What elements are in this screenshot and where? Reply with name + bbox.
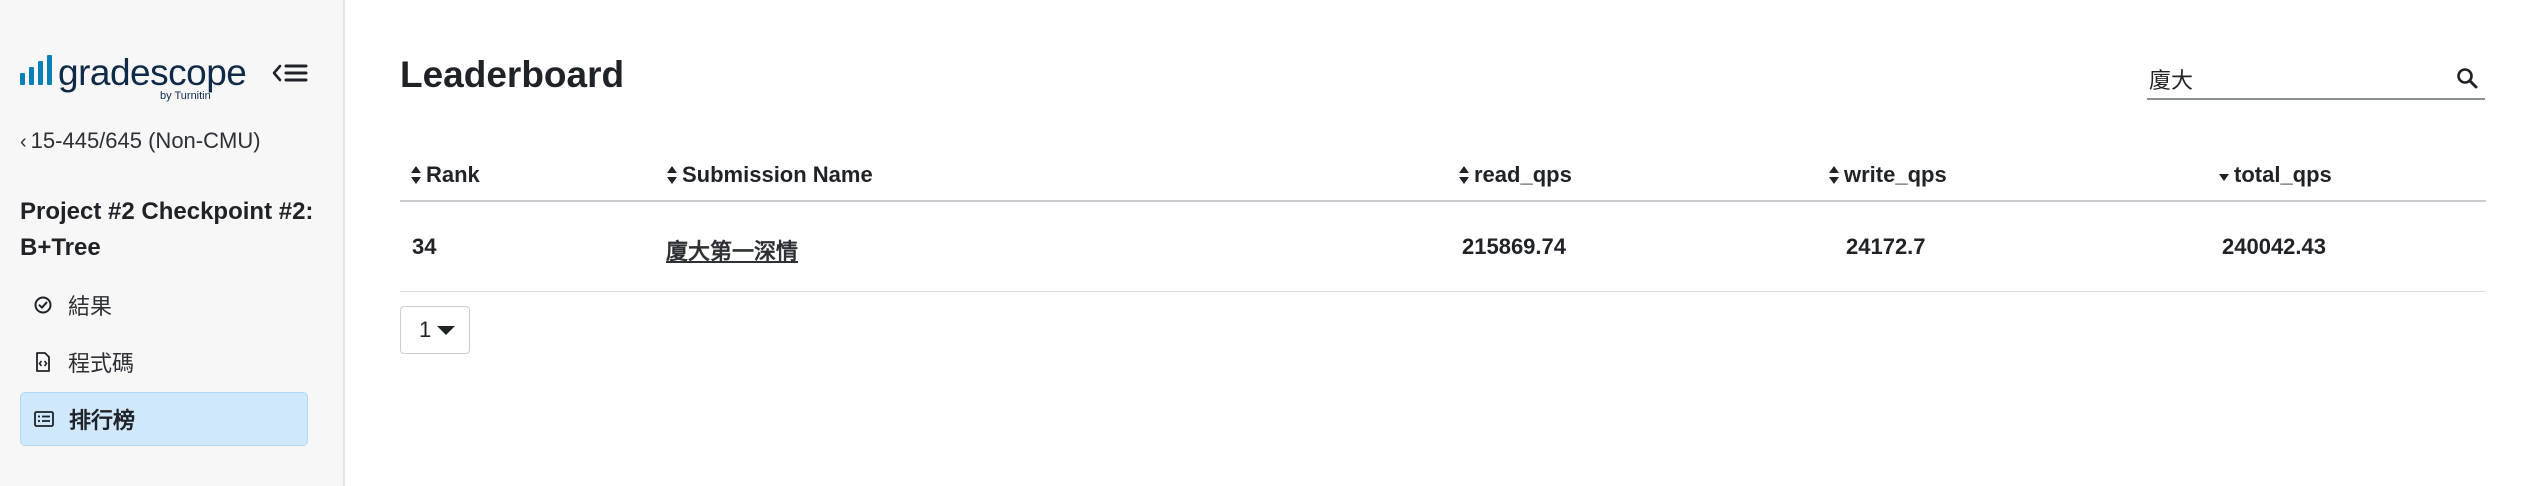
table-row: 34 廈大第一深情 215869.74 24172.7 240042.43	[400, 202, 2486, 292]
sidebar-item-code[interactable]: 程式碼	[20, 335, 308, 389]
sort-both-icon	[411, 166, 421, 184]
collapse-sidebar-button[interactable]	[270, 58, 310, 88]
column-header-total-qps[interactable]: total_qps	[2218, 162, 2332, 188]
logo-subtext: by Turnitin	[160, 90, 211, 102]
column-label: read_qps	[1474, 162, 1572, 187]
search-bar	[2147, 60, 2485, 100]
read-qps-cell: 215869.74	[1462, 234, 1566, 259]
course-link-label: 15-445/645 (Non-CMU)	[30, 128, 261, 153]
sidebar-item-label: 結果	[68, 294, 113, 319]
sidebar-item-label: 排行榜	[69, 408, 136, 433]
leaderboard-icon	[33, 408, 55, 430]
page-select[interactable]: 1	[400, 306, 470, 354]
table-header: Rank Submission Name read_qps write_qps …	[400, 156, 2486, 202]
sort-both-icon	[1829, 166, 1839, 184]
sort-both-icon	[1459, 166, 1469, 184]
write-qps-cell: 24172.7	[1846, 234, 1926, 259]
sort-both-icon	[667, 166, 677, 184]
leaderboard-table: Rank Submission Name read_qps write_qps …	[400, 156, 2486, 292]
column-label: Rank	[426, 162, 480, 187]
column-label: write_qps	[1844, 162, 1947, 187]
logo-text: gradescope	[58, 52, 247, 93]
rank-cell: 34	[412, 234, 437, 259]
submission-link[interactable]: 廈大第一深情	[666, 239, 798, 264]
code-file-icon	[32, 351, 54, 373]
sidebar-item-label: 程式碼	[68, 351, 135, 376]
page-title: Leaderboard	[400, 54, 625, 95]
search-icon	[2457, 68, 2478, 89]
column-header-read-qps[interactable]: read_qps	[1458, 162, 1572, 188]
sidebar: gradescope by Turnitin ‹ 15-445/645 (Non-…	[0, 0, 345, 486]
sort-descending-icon	[2219, 174, 2229, 181]
sidebar-nav: 結果 程式碼 排行榜	[20, 278, 308, 449]
logo-bars-icon	[20, 55, 52, 85]
column-header-submission-name[interactable]: Submission Name	[666, 162, 873, 188]
page-select-value: 1	[419, 317, 432, 342]
total-qps-cell: 240042.43	[2222, 234, 2326, 259]
course-back-link[interactable]: ‹ 15-445/645 (Non-CMU)	[20, 128, 261, 154]
column-header-rank[interactable]: Rank	[410, 162, 480, 188]
column-label: Submission Name	[682, 162, 873, 187]
column-label: total_qps	[2234, 162, 2332, 187]
column-header-write-qps[interactable]: write_qps	[1828, 162, 1947, 188]
gradescope-logo[interactable]: gradescope	[20, 52, 247, 93]
sidebar-item-results[interactable]: 結果	[20, 278, 308, 332]
submission-name-cell: 廈大第一深情	[666, 234, 798, 266]
search-button[interactable]	[2455, 66, 2481, 92]
search-input[interactable]	[2147, 62, 2437, 96]
chevron-left-icon: ‹	[20, 131, 27, 153]
sidebar-item-leaderboard[interactable]: 排行榜	[20, 392, 308, 446]
collapse-menu-icon	[272, 64, 308, 82]
check-circle-icon	[32, 294, 54, 316]
assignment-title: Project #2 Checkpoint #2: B+Tree	[20, 198, 314, 261]
caret-down-icon	[437, 325, 456, 335]
